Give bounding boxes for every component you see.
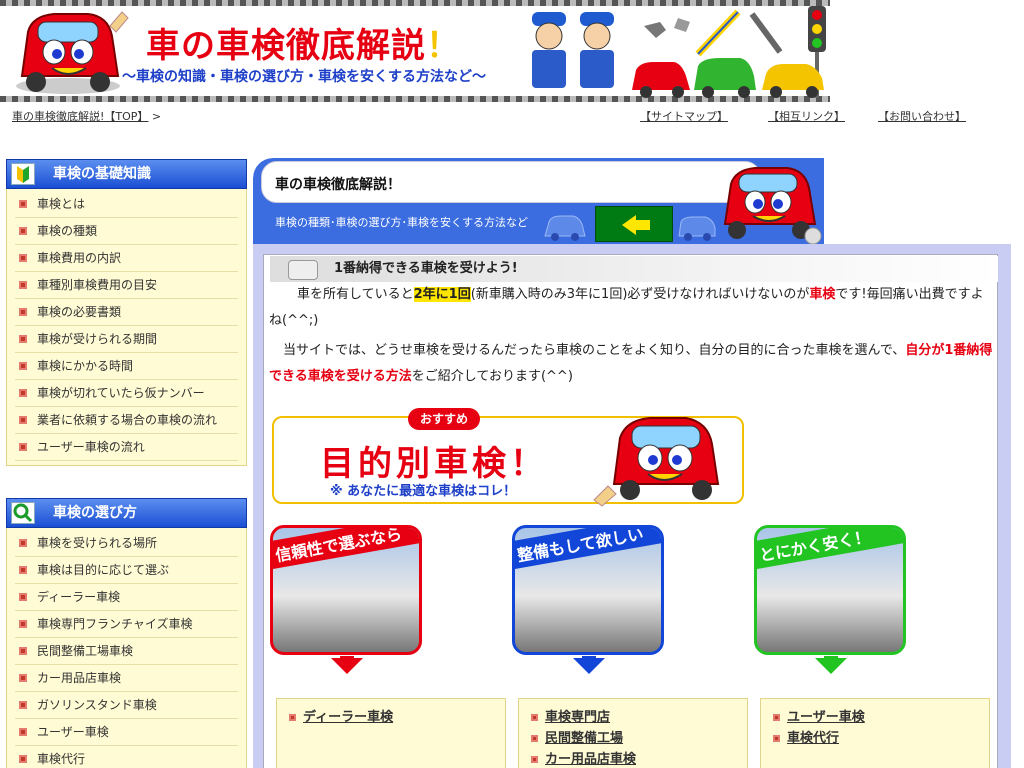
text: 車を所有していると: [297, 287, 414, 302]
main-header: 車の車検徹底解説！ 車検の種類･車検の選び方･車検を安くする方法など: [253, 158, 824, 244]
inspection-shop-link[interactable]: 車検専門店: [531, 707, 737, 728]
dealer-choice-photo[interactable]: 信頼性で選ぶなら: [270, 525, 422, 655]
sidebar-item[interactable]: ディーラー車検: [15, 584, 238, 611]
arrow-tail: [636, 220, 650, 230]
contact-link-label: お問い合わせ: [889, 110, 955, 123]
site-title-mark: ！: [426, 26, 461, 66]
main-header-subtitle: 車検の種類･車検の選び方･車検を安くする方法など: [275, 216, 528, 229]
mutual-link-link[interactable]: 【相互リンク】: [768, 108, 845, 124]
text: をご紹介しております(^^): [411, 369, 573, 384]
intro-paragraph: 当サイトでは、どうせ車検を受けるんだったら車検のことをよく知り、自分の目的に合っ…: [269, 338, 993, 390]
sidebar-item[interactable]: ユーザー車検の流れ: [15, 434, 238, 461]
sidebar-item[interactable]: 車検が受けられる期間: [15, 326, 238, 353]
arrow-stem: [340, 656, 354, 664]
sidebar-list: 車検を受けられる場所 車検は目的に応じて選ぶ ディーラー車検 車検専門フランチャ…: [6, 528, 247, 768]
text: 当サイトでは、どうせ車検を受けるんだったら車検のことをよく知り、自分の目的に合っ…: [283, 343, 906, 358]
sitemap-link[interactable]: 【サイトマップ】: [640, 108, 728, 124]
text: (新車購入時のみ3年に1回)必ず受けなければいけないのが: [470, 287, 810, 302]
bracket: 【: [878, 110, 889, 123]
sidebar-item[interactable]: 車検の必要書類: [15, 299, 238, 326]
sidebar-item[interactable]: ガソリンスタンド車検: [15, 692, 238, 719]
sidebar-item[interactable]: 業者に依頼する場合の車検の流れ: [15, 407, 238, 434]
dealer-inspection-link[interactable]: ディーラー車検: [289, 707, 495, 728]
section-title: 1番納得できる車検を受けよう!: [270, 256, 998, 282]
site-title-text: 徹底解説: [286, 26, 426, 66]
sidebar-section-choose: 車検の選び方 車検を受けられる場所 車検は目的に応じて選ぶ ディーラー車検 車検…: [6, 498, 247, 768]
sidebar-heading-label: 車検の基礎知識: [53, 166, 151, 182]
speech-bubble-icon: [288, 260, 318, 280]
sidebar-item[interactable]: カー用品店車検: [15, 665, 238, 692]
back-arrow-button[interactable]: [595, 206, 673, 242]
breadcrumb: 車の車検徹底解説!【TOP】 >: [12, 108, 161, 124]
sidebar-item[interactable]: 車種別車検費用の目安: [15, 272, 238, 299]
sidebar-item[interactable]: 車検が切れていたら仮ナンバー: [15, 380, 238, 407]
bracket: 】: [834, 110, 845, 123]
sidebar-item[interactable]: 車検とは: [15, 191, 238, 218]
choice-links: ディーラー車検: [276, 698, 506, 768]
choice-links: 車検専門店 民間整備工場 カー用品店車検: [518, 698, 748, 768]
header-banner: 車の車検徹底解説！ ～車検の知識・車検の選び方・車検を安くする方法など～: [0, 0, 830, 102]
recommend-title-mark: ！: [510, 444, 548, 484]
tools-icon: [644, 9, 783, 57]
choice-caption: とにかく安く！: [757, 528, 903, 570]
mutual-link-label: 相互リンク: [779, 110, 834, 123]
beginner-mark-icon: [11, 163, 35, 185]
cars-icon: [632, 58, 824, 98]
main-header-title: 車の車検徹底解説！: [275, 177, 401, 193]
sidebar-item[interactable]: 民間整備工場車検: [15, 638, 238, 665]
arrow-left-icon: [622, 215, 636, 235]
sidebar-section-basics: 車検の基礎知識 車検とは 車検の種類 車検費用の内訳 車種別車検費用の目安 車検…: [6, 159, 247, 466]
site-title: 車の車検徹底解説！: [146, 18, 461, 67]
bracket: 【: [640, 110, 651, 123]
choice-links: ユーザー車検 車検代行: [760, 698, 990, 768]
car-silhouette-icon: [544, 215, 586, 241]
choice-caption: 信頼性で選ぶなら: [273, 528, 419, 570]
bracket: 【: [768, 110, 779, 123]
recommend-title-text: 目的別車検: [320, 444, 510, 484]
user-inspection-link[interactable]: ユーザー車検: [773, 707, 979, 728]
mechanics-icon: [532, 12, 614, 88]
car-accessory-shop-link[interactable]: カー用品店車検: [531, 749, 737, 768]
sidebar-heading: 車検の選び方: [6, 498, 247, 528]
site-title-text: 車の車検: [146, 26, 286, 66]
private-garage-link[interactable]: 民間整備工場: [531, 728, 737, 749]
sidebar-heading: 車検の基礎知識: [6, 159, 247, 189]
sidebar-item[interactable]: 車検の種類: [15, 218, 238, 245]
recommend-title: 目的別車検！: [320, 436, 548, 485]
breadcrumb-separator: >: [151, 110, 162, 123]
choice-caption: 整備もして欲しい: [515, 528, 661, 570]
sidebar-item[interactable]: 車検にかかる時間: [15, 353, 238, 380]
section-title-text: 1番納得できる車検を受けよう!: [334, 261, 518, 276]
recommend-subtitle: ※ あなたに最適な車検はコレ！: [330, 484, 517, 499]
maintenance-choice-photo[interactable]: 整備もして欲しい: [512, 525, 664, 655]
sidebar-item[interactable]: 車検は目的に応じて選ぶ: [15, 557, 238, 584]
emphasis-text: 車検: [809, 287, 836, 302]
sidebar-heading-label: 車検の選び方: [53, 505, 137, 521]
sidebar-item[interactable]: ユーザー車検: [15, 719, 238, 746]
intro-paragraph: 車を所有していると2年に1回(新車購入時のみ3年に1回)必ず受けなければいけない…: [269, 282, 993, 334]
inspection-agency-link[interactable]: 車検代行: [773, 728, 979, 749]
sidebar-item[interactable]: 車検を受けられる場所: [15, 530, 238, 557]
recommend-badge: おすすめ: [408, 408, 480, 430]
bracket: 】: [955, 110, 966, 123]
sitemap-link-label: サイトマップ: [651, 110, 717, 123]
arrow-stem: [582, 656, 596, 664]
mascot-car-icon: [16, 11, 129, 94]
site-subtitle: ～車検の知識・車検の選び方・車検を安くする方法など～: [122, 69, 486, 85]
mascot-car-icon: [593, 417, 720, 507]
mascot-car-icon: [723, 167, 822, 244]
sidebar-item[interactable]: 車検費用の内訳: [15, 245, 238, 272]
magnifier-icon: [11, 502, 35, 524]
sidebar-list: 車検とは 車検の種類 車検費用の内訳 車種別車検費用の目安 車検の必要書類 車検…: [6, 189, 247, 466]
contact-link[interactable]: 【お問い合わせ】: [878, 108, 966, 124]
bracket: 】: [717, 110, 728, 123]
cheap-choice-photo[interactable]: とにかく安く！: [754, 525, 906, 655]
highlight-text: 2年に1回: [413, 287, 471, 302]
breadcrumb-top-link[interactable]: 車の車検徹底解説!【TOP】: [12, 110, 148, 123]
sidebar-item[interactable]: 車検代行: [15, 746, 238, 768]
sidebar-item[interactable]: 車検専門フランチャイズ車検: [15, 611, 238, 638]
arrow-stem: [824, 656, 838, 664]
